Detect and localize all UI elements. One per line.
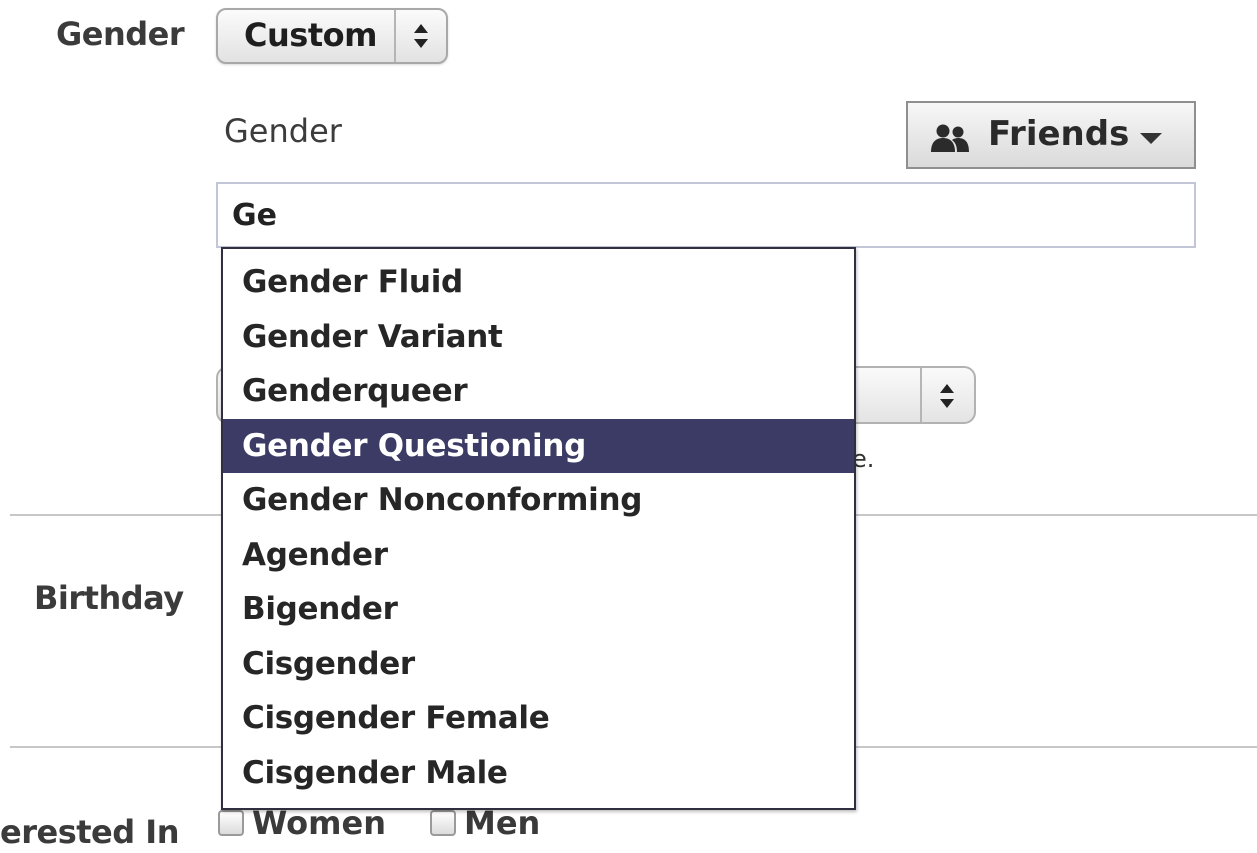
chevron-down-icon <box>1140 133 1162 144</box>
audience-label: Friends <box>988 114 1130 154</box>
suggestion-item[interactable]: Gender Fluid <box>223 255 854 310</box>
interested-in-row-label: erested In <box>0 813 179 851</box>
men-checkbox[interactable] <box>430 810 456 836</box>
suggestion-item[interactable]: Gender Nonconforming <box>223 473 854 528</box>
suggestion-item-highlighted[interactable]: Gender Questioning <box>223 418 854 473</box>
gender-row-label: Gender <box>56 15 185 53</box>
suggestion-item[interactable]: Genderqueer <box>223 364 854 419</box>
up-down-arrows-icon <box>414 24 428 48</box>
gender-select-divider <box>394 10 396 62</box>
suggestion-item[interactable]: Agender <box>223 528 854 583</box>
suggestion-item[interactable]: Cisgender Male <box>223 746 854 801</box>
women-checkbox[interactable] <box>218 810 244 836</box>
audience-selector-button[interactable]: Friends <box>906 101 1196 169</box>
suggestion-item[interactable]: Cisgender Female <box>223 691 854 746</box>
suggestion-item[interactable]: Gender Variant <box>223 310 854 365</box>
suggestion-item[interactable]: Cisgender <box>223 637 854 692</box>
suggestion-item[interactable]: Bigender <box>223 582 854 637</box>
up-down-arrows-icon <box>940 384 954 408</box>
suggestions-list: Gender Fluid Gender Variant Genderqueer … <box>223 249 854 800</box>
pronoun-select-divider <box>920 368 922 422</box>
gender-suggestions-dropdown: Gender Fluid Gender Variant Genderqueer … <box>221 247 856 810</box>
friends-icon <box>931 124 969 152</box>
gender-select-value: Custom <box>244 16 377 54</box>
gender-select[interactable]: Custom <box>216 8 448 64</box>
birthday-row-label: Birthday <box>34 579 184 617</box>
custom-gender-label: Gender <box>224 112 342 150</box>
custom-gender-input[interactable] <box>216 182 1196 248</box>
